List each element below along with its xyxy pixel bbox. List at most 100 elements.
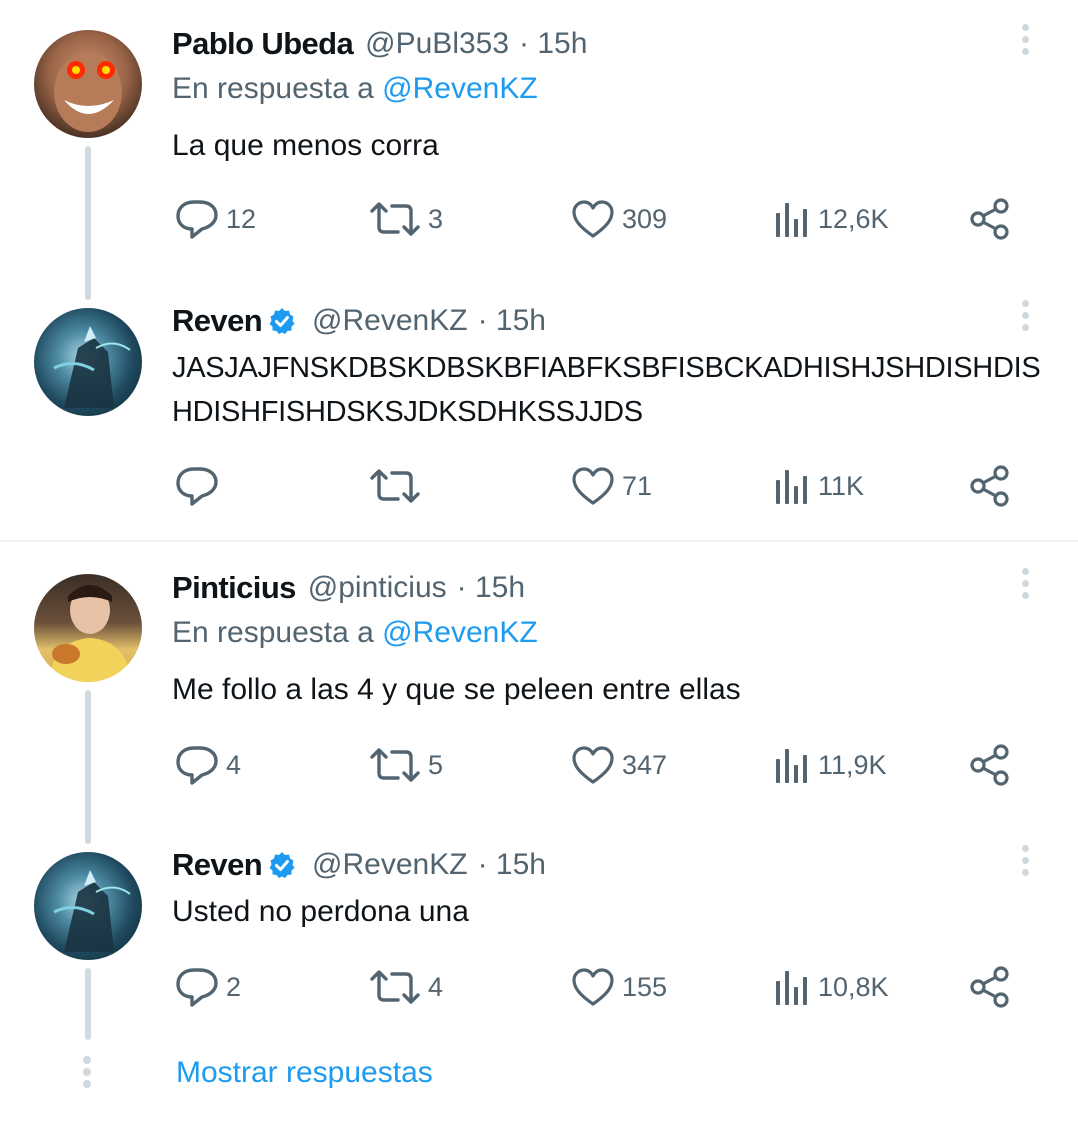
reply-icon xyxy=(176,467,218,506)
retweet-button[interactable]: 4 xyxy=(368,965,443,1009)
share-icon xyxy=(970,966,1009,1008)
avatar[interactable] xyxy=(34,852,142,960)
user-handle[interactable]: @RevenKZ xyxy=(312,848,468,882)
retweet-count: 3 xyxy=(428,203,444,234)
share-button[interactable] xyxy=(968,197,1012,241)
views-count: 10,8K xyxy=(818,971,889,1002)
more-icon[interactable] xyxy=(1016,845,1034,885)
like-icon xyxy=(572,467,614,505)
like-icon xyxy=(572,746,614,784)
like-icon xyxy=(572,200,614,238)
timestamp[interactable]: · 15h xyxy=(519,27,587,61)
more-replies-dots xyxy=(83,1056,93,1092)
tweet-text: Usted no perdona una xyxy=(172,895,469,928)
more-icon[interactable] xyxy=(1016,568,1034,608)
reply-icon xyxy=(176,968,218,1007)
views-icon xyxy=(776,470,807,504)
thread-line xyxy=(85,690,91,844)
views-count: 11,9K xyxy=(818,749,887,780)
more-icon[interactable] xyxy=(1016,300,1034,340)
like-count: 309 xyxy=(622,203,668,234)
like-button[interactable]: 71 xyxy=(570,464,652,508)
timestamp[interactable]: · 15h xyxy=(478,304,546,338)
show-replies-link[interactable]: Mostrar respuestas xyxy=(176,1056,433,1090)
verified-badge-icon xyxy=(269,852,295,878)
views-button[interactable]: 11,9K xyxy=(772,743,887,787)
reply-prefix: En respuesta a xyxy=(172,72,374,105)
like-count: 155 xyxy=(622,971,668,1002)
tweet-header: Reven @RevenKZ · 15h xyxy=(172,301,546,341)
action-bar: 71 11K xyxy=(174,464,1014,508)
user-handle[interactable]: @RevenKZ xyxy=(312,304,468,338)
display-name[interactable]: Pinticius xyxy=(172,570,296,606)
reply-mention-link[interactable]: @RevenKZ xyxy=(382,616,538,649)
views-count: 12,6K xyxy=(818,203,889,234)
display-name[interactable]: Reven xyxy=(172,303,263,339)
timestamp[interactable]: · 15h xyxy=(478,848,546,882)
views-icon xyxy=(776,971,807,1005)
reply-context: En respuesta a @RevenKZ xyxy=(172,72,538,106)
like-button[interactable]: 155 xyxy=(570,965,667,1009)
thread-line xyxy=(85,146,91,300)
tweet-header: Reven @RevenKZ · 15h xyxy=(172,845,546,885)
display-name[interactable]: Pablo Ubeda xyxy=(172,26,354,62)
share-button[interactable] xyxy=(968,464,1012,508)
views-button[interactable]: 12,6K xyxy=(772,197,889,241)
like-button[interactable]: 347 xyxy=(570,743,667,787)
reply-prefix: En respuesta a xyxy=(172,616,374,649)
user-handle[interactable]: @pinticius xyxy=(308,571,447,605)
avatar[interactable] xyxy=(34,30,142,138)
tweet-text: Me follo a las 4 y que se peleen entre e… xyxy=(172,673,741,706)
tweet-text: JASJAJFNSKDBSKDBSKBFIABFKSBFISBCKADHISHJ… xyxy=(172,352,1041,428)
views-icon xyxy=(776,749,807,783)
share-icon xyxy=(970,465,1009,507)
like-icon xyxy=(572,968,614,1006)
reply-button[interactable]: 12 xyxy=(174,197,256,241)
retweet-count: 5 xyxy=(428,749,444,780)
reply-count: 2 xyxy=(226,971,242,1002)
reply-context: En respuesta a @RevenKZ xyxy=(172,616,538,650)
views-button[interactable]: 11K xyxy=(772,464,864,508)
like-count: 71 xyxy=(622,470,653,501)
retweet-icon xyxy=(370,202,420,236)
share-button[interactable] xyxy=(968,743,1012,787)
action-bar: 2 4 155 10,8K xyxy=(174,965,1014,1009)
thread-divider xyxy=(0,540,1078,542)
thread-line xyxy=(85,968,91,1040)
action-bar: 12 3 309 12,6K xyxy=(174,197,1014,241)
reply-button[interactable] xyxy=(174,464,226,508)
retweet-icon xyxy=(370,970,420,1004)
reply-icon xyxy=(176,200,218,239)
timestamp[interactable]: · 15h xyxy=(457,571,525,605)
tweet-header: Pablo Ubeda @PuBl353 · 15h xyxy=(172,24,587,64)
views-icon xyxy=(776,203,807,237)
share-button[interactable] xyxy=(968,965,1012,1009)
share-icon xyxy=(970,198,1009,240)
tweet-header: Pinticius @pinticius · 15h xyxy=(172,568,525,608)
views-count: 11K xyxy=(818,470,865,501)
avatar[interactable] xyxy=(34,574,142,682)
reply-count: 4 xyxy=(226,749,242,780)
reply-button[interactable]: 4 xyxy=(174,743,241,787)
retweet-icon xyxy=(370,748,420,782)
retweet-button[interactable]: 3 xyxy=(368,197,443,241)
display-name[interactable]: Reven xyxy=(172,847,263,883)
retweet-count: 4 xyxy=(428,971,444,1002)
retweet-icon xyxy=(370,469,420,503)
verified-badge-icon xyxy=(269,308,295,334)
share-icon xyxy=(970,744,1009,786)
user-handle[interactable]: @PuBl353 xyxy=(365,27,509,61)
reply-mention-link[interactable]: @RevenKZ xyxy=(382,72,538,105)
reply-count: 12 xyxy=(226,203,257,234)
views-button[interactable]: 10,8K xyxy=(772,965,889,1009)
reply-icon xyxy=(176,746,218,785)
more-icon[interactable] xyxy=(1016,24,1034,64)
like-count: 347 xyxy=(622,749,668,780)
like-button[interactable]: 309 xyxy=(570,197,667,241)
action-bar: 4 5 347 11,9K xyxy=(174,743,1014,787)
avatar[interactable] xyxy=(34,308,142,416)
reply-button[interactable]: 2 xyxy=(174,965,241,1009)
retweet-button[interactable] xyxy=(368,464,428,508)
retweet-button[interactable]: 5 xyxy=(368,743,443,787)
tweet-text: La que menos corra xyxy=(172,129,439,162)
